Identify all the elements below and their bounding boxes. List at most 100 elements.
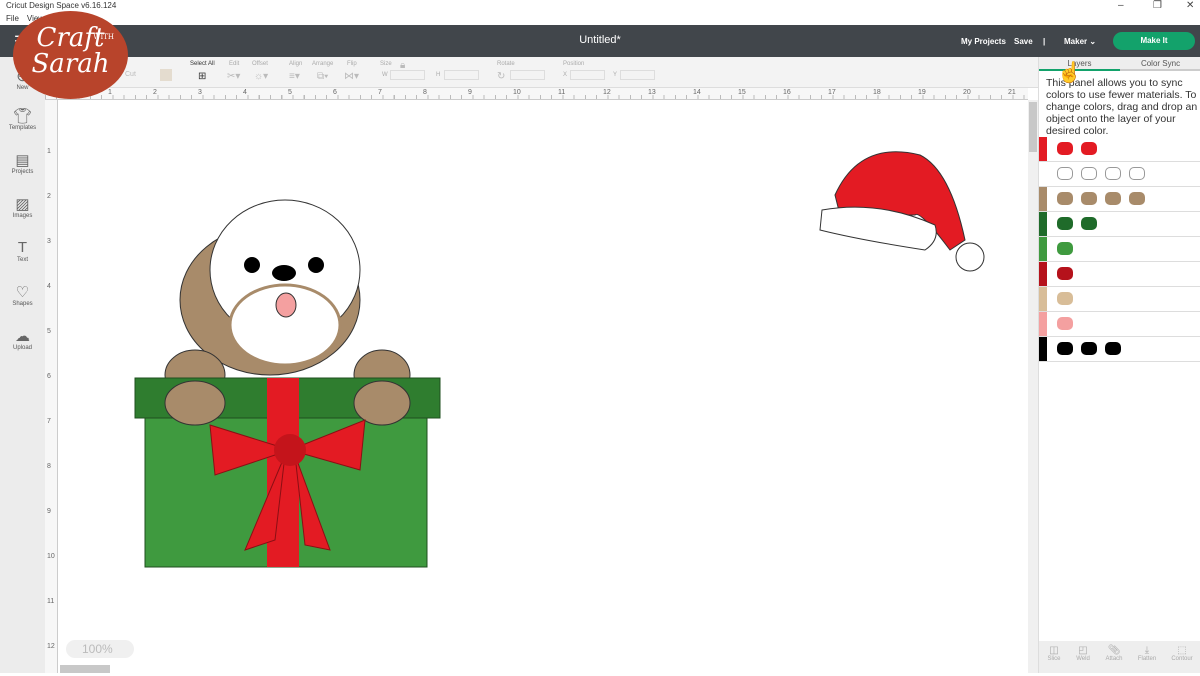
layer-thumbnail[interactable]	[1129, 167, 1145, 180]
tab-color-sync[interactable]: Color Sync	[1120, 57, 1200, 71]
vertical-scrollbar[interactable]	[1028, 100, 1038, 673]
layer-thumbnail[interactable]	[1057, 142, 1073, 155]
select-all-label: Select All	[190, 61, 215, 67]
offset-icon[interactable]: ☼▾	[254, 71, 268, 82]
shih-tzu-dog-image[interactable]	[164, 199, 411, 401]
separator: |	[1043, 37, 1046, 46]
my-projects-link[interactable]: My Projects	[961, 37, 1006, 46]
sidebar-item-templates[interactable]: 👕︎ Templates	[0, 107, 45, 131]
machine-label: Maker	[1064, 37, 1088, 46]
save-button[interactable]: Save	[1014, 37, 1033, 46]
ruler-tick-label: 21	[1008, 89, 1016, 96]
attach-button[interactable]: 📎︎ Attach	[1099, 645, 1129, 662]
layer-thumbnail[interactable]	[1057, 217, 1073, 230]
color-sync-row[interactable]	[1039, 237, 1200, 262]
color-swatch	[1039, 187, 1047, 211]
layer-thumbnail[interactable]	[1057, 242, 1073, 255]
ruler-tick-label: 5	[47, 328, 51, 335]
image-icon: ▨	[15, 196, 30, 213]
color-sync-row[interactable]	[1039, 162, 1200, 187]
horizontal-scroll-thumb[interactable]	[60, 665, 110, 673]
sidebar-item-shapes[interactable]: ♡ Shapes	[0, 283, 45, 307]
height-input[interactable]	[444, 70, 479, 80]
shirt-icon: 👕︎	[12, 108, 33, 125]
maximize-button[interactable]: ❐	[1153, 0, 1162, 11]
color-swatch	[1039, 212, 1047, 236]
x-input[interactable]	[570, 70, 605, 80]
sidebar-item-projects[interactable]: ▤ Projects	[0, 151, 45, 175]
flatten-icon: ⤓	[1144, 645, 1150, 656]
make-it-button[interactable]: Make It	[1113, 32, 1195, 50]
layer-thumbnail[interactable]	[1057, 192, 1073, 205]
layer-thumbnail[interactable]	[1081, 217, 1097, 230]
height-label: H	[436, 72, 441, 78]
arrange-icon[interactable]: ⧉▾	[317, 71, 328, 82]
close-button[interactable]: ✕	[1186, 0, 1194, 11]
color-swatch	[1039, 162, 1047, 186]
notebook-icon: ▤	[15, 152, 30, 169]
color-sync-row[interactable]	[1039, 187, 1200, 212]
sidebar-item-text[interactable]: T Text	[0, 239, 45, 263]
flatten-button[interactable]: ⤓ Flatten	[1132, 645, 1162, 662]
menu-file[interactable]: File	[6, 14, 19, 23]
y-label: Y	[613, 72, 618, 78]
layer-thumbnail[interactable]	[1081, 142, 1097, 155]
layer-thumbnail[interactable]	[1081, 192, 1097, 205]
craft-with-sarah-logo: Craft WITH Sarah	[13, 11, 128, 99]
layer-thumbnail[interactable]	[1057, 317, 1073, 330]
ruler-tick-label: 9	[47, 508, 51, 515]
select-all-icon[interactable]: ⊞	[198, 71, 206, 82]
layer-thumbnail[interactable]	[1057, 167, 1073, 180]
rotate-label: Rotate	[497, 61, 515, 67]
ruler-tick-label: 15	[738, 89, 746, 96]
color-sync-row[interactable]	[1039, 262, 1200, 287]
minimize-button[interactable]: –	[1118, 0, 1124, 11]
slice-button[interactable]: ◫ Slice	[1039, 645, 1069, 662]
material-color-swatch[interactable]	[160, 69, 172, 81]
layer-thumbnail[interactable]	[1057, 267, 1073, 280]
edit-icon[interactable]: ✂▾	[227, 71, 240, 82]
gift-box-image[interactable]	[134, 377, 441, 568]
lock-icon[interactable]: 🔒︎	[400, 60, 405, 71]
ruler-tick-label: 11	[558, 89, 566, 96]
sidebar-item-label: Shapes	[12, 301, 33, 307]
sidebar-item-label: Text	[16, 257, 28, 263]
edit-label: Edit	[229, 61, 240, 67]
color-swatch	[1039, 312, 1047, 336]
layer-thumbnail[interactable]	[1081, 342, 1097, 355]
color-sync-row[interactable]	[1039, 212, 1200, 237]
layer-thumbnail[interactable]	[1057, 342, 1073, 355]
design-canvas[interactable]	[60, 100, 1028, 673]
color-sync-row[interactable]	[1039, 337, 1200, 362]
canvas-artwork	[134, 151, 985, 568]
vertical-scroll-thumb[interactable]	[1029, 102, 1037, 152]
color-sync-row[interactable]	[1039, 287, 1200, 312]
ruler-tick-label: 20	[963, 89, 971, 96]
color-sync-row[interactable]	[1039, 137, 1200, 162]
flatten-label: Flatten	[1137, 656, 1157, 662]
color-swatch	[1039, 137, 1047, 161]
weld-button[interactable]: ◰ Weld	[1068, 645, 1098, 662]
hand-cursor-icon: ☝	[1057, 62, 1082, 84]
zoom-control[interactable]: 100%	[66, 640, 134, 658]
layer-thumbnail[interactable]	[1105, 167, 1121, 180]
flip-icon[interactable]: ⋈▾	[344, 71, 359, 82]
width-input[interactable]	[390, 70, 425, 80]
layer-thumbnail[interactable]	[1081, 167, 1097, 180]
contour-button[interactable]: ⬚ Contour	[1167, 645, 1197, 662]
color-sync-row[interactable]	[1039, 312, 1200, 337]
x-label: X	[563, 72, 568, 78]
sidebar-item-images[interactable]: ▨ Images	[0, 195, 45, 219]
santa-hat-image[interactable]	[819, 151, 985, 272]
layer-thumbnail[interactable]	[1105, 342, 1121, 355]
layer-thumbnail[interactable]	[1105, 192, 1121, 205]
logo-text: WITH	[93, 33, 114, 41]
y-input[interactable]	[620, 70, 655, 80]
layer-thumbnail[interactable]	[1057, 292, 1073, 305]
machine-select[interactable]: Maker ⌄	[1064, 37, 1096, 46]
align-icon[interactable]: ≡▾	[289, 71, 300, 82]
flip-label: Flip	[347, 61, 357, 67]
rotate-input[interactable]	[510, 70, 545, 80]
layer-thumbnail[interactable]	[1129, 192, 1145, 205]
sidebar-item-upload[interactable]: ☁ Upload	[0, 327, 45, 351]
